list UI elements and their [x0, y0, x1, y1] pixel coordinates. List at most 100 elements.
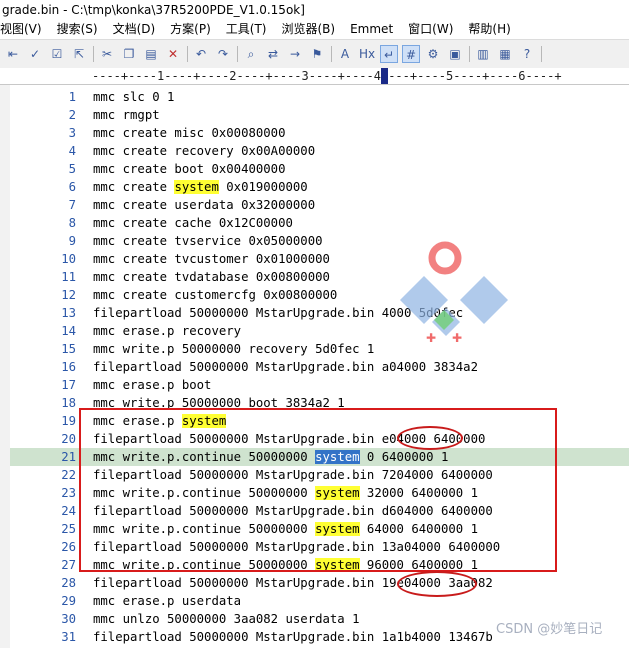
line-number: 26 — [61, 540, 76, 554]
editor-line[interactable]: 2 mmc rmgpt — [10, 106, 629, 124]
check-icon[interactable]: ☑ — [48, 45, 66, 63]
paste-icon[interactable]: ▤ — [142, 45, 160, 63]
line-number: 8 — [68, 216, 76, 230]
cascade-icon[interactable]: ▦ — [496, 45, 514, 63]
line-number: 22 — [61, 468, 76, 482]
external-icon[interactable]: ⇱ — [70, 45, 88, 63]
menu-item-8[interactable]: 帮助(H) — [468, 20, 510, 38]
line-number: 24 — [61, 504, 76, 518]
line-text: mmc create system 0x019000000 — [93, 178, 308, 196]
menu-item-1[interactable]: 搜索(S) — [57, 20, 98, 38]
bookmark-icon[interactable]: ⚑ — [308, 45, 326, 63]
toolbar: ⇤ ✓ ☑ ⇱ ✂ ❐ ▤ ✕ ↶ ↷ ⌕ ⇄ → ⚑ A Hx ↵ # ⚙ ▣ ▥ ▦? — [0, 39, 629, 69]
line-number: 19 — [61, 414, 76, 428]
line-number: 1 — [68, 90, 76, 104]
menu-item-4[interactable]: 工具(T) — [226, 20, 267, 38]
line-text: mmc create tvcustomer 0x01000000 — [93, 252, 330, 266]
line-number: 23 — [61, 486, 76, 500]
line-text: mmc create misc 0x00080000 — [93, 126, 286, 140]
toolbar-separator — [237, 46, 238, 62]
undo-icon[interactable]: ↶ — [192, 45, 210, 63]
editor-line[interactable]: 9 mmc create tvservice 0x05000000 — [10, 232, 629, 250]
menu-item-7[interactable]: 窗口(W) — [408, 20, 453, 38]
toolbar-separator — [187, 46, 188, 62]
search-highlight: system — [174, 180, 219, 194]
editor-line[interactable]: 5 mmc create boot 0x00400000 — [10, 160, 629, 178]
toolbar-separator — [331, 46, 332, 62]
replace-icon[interactable]: ⇄ — [264, 45, 282, 63]
menu-item-2[interactable]: 文档(D) — [113, 20, 156, 38]
goto-icon[interactable]: → — [286, 45, 304, 63]
line-text: filepartload 50000000 MstarUpgrade.bin a… — [93, 360, 478, 374]
editor-line[interactable]: 29 mmc erase.p userdata — [10, 592, 629, 610]
tile-icon[interactable]: ▥ — [474, 45, 492, 63]
window-icon[interactable]: ▣ — [446, 45, 464, 63]
line-text: mmc create recovery 0x00A00000 — [93, 144, 316, 158]
line-text: mmc create customercfg 0x00800000 — [93, 288, 338, 302]
annotation-oval-e04000 — [397, 426, 463, 450]
line-number: 15 — [61, 342, 76, 356]
line-number: 5 — [68, 162, 76, 176]
word-wrap-icon[interactable]: ↵ — [380, 45, 398, 63]
copy-icon[interactable]: ❐ — [120, 45, 138, 63]
line-text: mmc create cache 0x12C00000 — [93, 216, 293, 230]
cut-icon[interactable]: ✂ — [98, 45, 116, 63]
line-number: 11 — [61, 270, 76, 284]
editor-line[interactable]: 1 mmc slc 0 1 — [10, 88, 629, 106]
settings-icon[interactable]: ⚙ — [424, 45, 442, 63]
editor-line[interactable]: 14 mmc erase.p recovery — [10, 322, 629, 340]
line-number: 3 — [68, 126, 76, 140]
line-number: 4 — [68, 144, 76, 158]
ruler-caret — [381, 68, 388, 84]
line-number: 18 — [61, 396, 76, 410]
menu-item-0[interactable]: 视图(V) — [0, 20, 42, 38]
ruler-scale: ----+----1----+----2----+----3----+----4… — [92, 69, 562, 83]
editor-line[interactable]: 13 filepartload 50000000 MstarUpgrade.bin… — [10, 304, 629, 322]
line-text: mmc slc 0 1 — [93, 90, 175, 104]
line-number: 27 — [61, 558, 76, 572]
editor-gutter — [0, 85, 10, 648]
indent-icon[interactable]: ⇤ — [4, 45, 22, 63]
line-number: 9 — [68, 234, 76, 248]
editor-line[interactable]: 28 filepartload 50000000 MstarUpgrade.bin… — [10, 574, 629, 592]
font-icon[interactable]: A — [336, 45, 354, 63]
line-number: 10 — [61, 252, 76, 266]
line-number: 29 — [61, 594, 76, 608]
menu-item-5[interactable]: 浏览器(B) — [281, 20, 335, 38]
line-text-prefix: mmc create — [93, 180, 175, 194]
editor-line[interactable]: 16 filepartload 50000000 MstarUpgrade.bin… — [10, 358, 629, 376]
editor-line[interactable]: 12 mmc create customercfg 0x00800000 — [10, 286, 629, 304]
logo-watermark-icon: ✚ ✚ — [400, 241, 508, 345]
csdn-watermark: CSDN @妙笔日记 — [496, 622, 603, 637]
line-number-icon[interactable]: # — [402, 45, 420, 63]
editor-line[interactable]: 6 mmc create system 0x019000000 — [10, 178, 629, 196]
help-icon[interactable]: ? — [518, 45, 536, 63]
editor-line[interactable]: 15 mmc write.p 50000000 recovery 5d0fec 1 — [10, 340, 629, 358]
editor-line[interactable]: 4 mmc create recovery 0x00A00000 — [10, 142, 629, 160]
menu-item-3[interactable]: 方案(P) — [170, 20, 211, 38]
annotation-red-box — [79, 408, 557, 572]
toolbar-separator — [541, 46, 542, 62]
ruler: ----+----1----+----2----+----3----+----4… — [0, 68, 629, 85]
line-text: mmc erase.p recovery — [93, 324, 242, 338]
editor-line[interactable]: 17 mmc erase.p boot — [10, 376, 629, 394]
toolbar-separator — [469, 46, 470, 62]
line-number: 6 — [68, 180, 76, 194]
redo-icon[interactable]: ↷ — [214, 45, 232, 63]
editor-line[interactable]: 8 mmc create cache 0x12C00000 — [10, 214, 629, 232]
line-number: 13 — [61, 306, 76, 320]
line-text: mmc write.p 50000000 recovery 5d0fec 1 — [93, 342, 375, 356]
line-number: 17 — [61, 378, 76, 392]
editor-line[interactable]: 3 mmc create misc 0x00080000 — [10, 124, 629, 142]
annotation-oval-19e04000 — [397, 571, 477, 597]
toolbar-separator — [93, 46, 94, 62]
delete-icon[interactable]: ✕ — [164, 45, 182, 63]
menu-item-6[interactable]: Emmet — [350, 20, 393, 38]
line-text: mmc create tvservice 0x05000000 — [93, 234, 323, 248]
search-icon[interactable]: ⌕ — [242, 45, 260, 63]
spellcheck-icon[interactable]: ✓ — [26, 45, 44, 63]
editor-line[interactable]: 10 mmc create tvcustomer 0x01000000 — [10, 250, 629, 268]
editor-line[interactable]: 7 mmc create userdata 0x32000000 — [10, 196, 629, 214]
hex-icon[interactable]: Hx — [358, 45, 376, 63]
editor-line[interactable]: 11 mmc create tvdatabase 0x00800000 — [10, 268, 629, 286]
